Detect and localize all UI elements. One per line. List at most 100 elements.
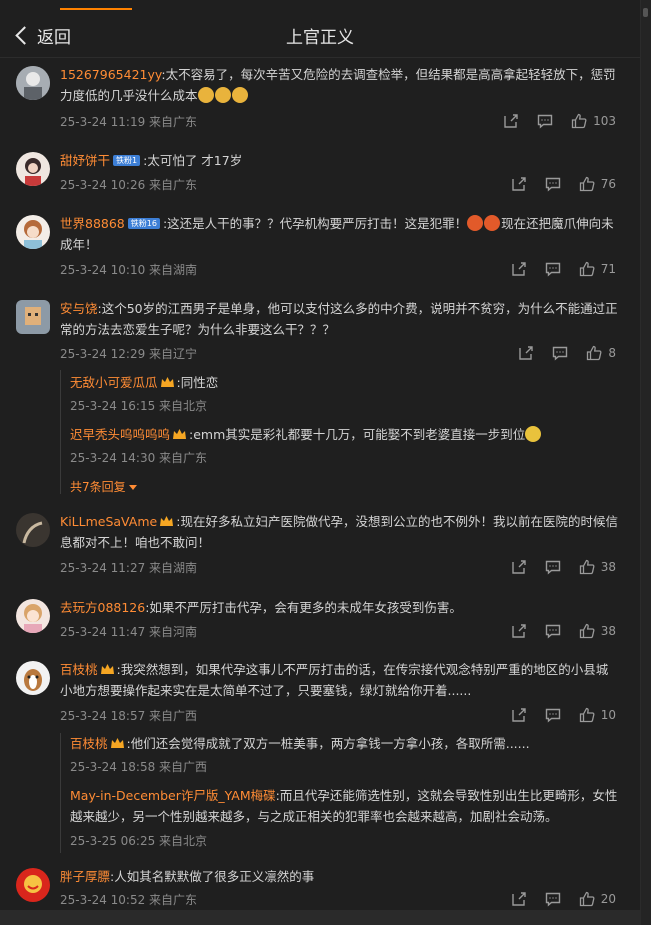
comment-username[interactable]: 去玩方088126 bbox=[60, 600, 145, 615]
comment-actions: 20 bbox=[511, 891, 616, 907]
angry-emoji-icon bbox=[484, 215, 501, 231]
avatar-image bbox=[16, 599, 50, 633]
thumbs-up-icon bbox=[571, 113, 587, 129]
avatar[interactable] bbox=[16, 513, 50, 547]
comment-icon[interactable] bbox=[545, 891, 561, 907]
caret-down-icon bbox=[128, 485, 137, 490]
reply-username[interactable]: 百枝桃 bbox=[70, 736, 108, 751]
like-button[interactable]: 20 bbox=[579, 891, 616, 907]
comment-meta: 25-3-24 12:29 来自辽宁 bbox=[60, 347, 198, 361]
like-button[interactable]: 38 bbox=[579, 623, 616, 639]
comment-username[interactable]: 百枝桃 bbox=[60, 662, 98, 677]
comment-username[interactable]: 15267965421yy bbox=[60, 67, 161, 82]
comment-text: 百枝桃:我突然想到，如果代孕这事儿不严厉打击的话，在传宗接代观念特别严重的地区的… bbox=[60, 659, 618, 701]
reply-username[interactable]: 迟早秃头呜呜呜呜 bbox=[70, 427, 170, 442]
comment-icon[interactable] bbox=[545, 261, 561, 277]
comment-icon[interactable] bbox=[545, 623, 561, 639]
comment-icon[interactable] bbox=[552, 345, 568, 361]
avatar[interactable] bbox=[16, 152, 50, 186]
comment-body: :太可怕了 才17岁 bbox=[143, 153, 243, 168]
share-icon[interactable] bbox=[518, 345, 534, 361]
comment-actions: 76 bbox=[511, 176, 616, 192]
like-button[interactable]: 10 bbox=[579, 707, 616, 723]
avatar[interactable] bbox=[16, 215, 50, 249]
crown-badge-icon bbox=[160, 516, 174, 526]
comment-actions: 71 bbox=[511, 261, 616, 277]
reply-body: :同性恋 bbox=[176, 375, 219, 390]
avatar[interactable] bbox=[16, 661, 50, 695]
crown-badge-icon bbox=[100, 664, 114, 674]
crying-emoji-icon bbox=[197, 87, 214, 103]
comment-actions: 103 bbox=[503, 113, 616, 129]
avatar-image bbox=[16, 513, 50, 547]
share-icon[interactable] bbox=[511, 891, 527, 907]
reply-text: 无敌小可爱瓜瓜 :同性恋 bbox=[70, 372, 618, 393]
comment-actions: 8 bbox=[518, 345, 616, 361]
share-icon[interactable] bbox=[511, 623, 527, 639]
comment-page: 返回 上官正义 15267965421yy:太不容易了，每次辛苦又危险的去调查检… bbox=[0, 0, 640, 925]
like-count: 76 bbox=[600, 177, 616, 191]
comment-username[interactable]: 安与饶 bbox=[60, 301, 98, 316]
avatar-image bbox=[16, 66, 50, 100]
comment-text: 去玩方088126:如果不严厉打击代孕，会有更多的未成年女孩受到伤害。 bbox=[60, 597, 618, 618]
like-button[interactable]: 76 bbox=[579, 176, 616, 192]
more-replies-link[interactable]: 共7条回复 bbox=[70, 478, 137, 495]
like-count: 8 bbox=[608, 346, 616, 360]
angry-emoji-icon bbox=[467, 215, 484, 231]
like-count: 38 bbox=[600, 624, 616, 638]
comment-meta: 25-3-24 11:47 来自河南 bbox=[60, 625, 198, 639]
like-button[interactable]: 38 bbox=[579, 559, 616, 575]
reply-meta: 25-3-25 06:25 来自北京 bbox=[70, 834, 208, 848]
reply-username[interactable]: 无敌小可爱瓜瓜 bbox=[70, 375, 158, 390]
thinking-emoji-icon bbox=[525, 426, 542, 442]
avatar[interactable] bbox=[16, 868, 50, 902]
comment-icon[interactable] bbox=[545, 176, 561, 192]
like-count: 71 bbox=[600, 262, 616, 276]
scrollbar-track[interactable] bbox=[640, 0, 651, 925]
comment-username[interactable]: KiLLmeSaVAme bbox=[60, 514, 157, 529]
comment-meta: 25-3-24 18:57 来自广西 bbox=[60, 709, 198, 723]
thumbs-up-icon bbox=[579, 261, 595, 277]
crying-emoji-icon bbox=[231, 87, 248, 103]
thumbs-up-icon bbox=[579, 623, 595, 639]
crying-emoji-icon bbox=[214, 87, 231, 103]
reply-body: :emm其实是彩礼都要十几万，可能娶不到老婆直接一步到位 bbox=[189, 427, 526, 442]
comment-username[interactable]: 胖子厚膘 bbox=[60, 869, 110, 884]
comment-icon[interactable] bbox=[537, 113, 553, 129]
avatar[interactable] bbox=[16, 66, 50, 100]
reply-text: 迟早秃头呜呜呜呜 :emm其实是彩礼都要十几万，可能娶不到老婆直接一步到位 bbox=[70, 424, 618, 445]
like-button[interactable]: 103 bbox=[571, 113, 616, 129]
avatar-image bbox=[16, 300, 50, 334]
comment-username[interactable]: 世界88868 bbox=[60, 216, 125, 231]
reply-meta: 25-3-24 18:58 来自广西 bbox=[70, 760, 208, 774]
share-icon[interactable] bbox=[511, 176, 527, 192]
comment-username[interactable]: 甜妤饼干 bbox=[60, 153, 110, 168]
crown-badge-icon bbox=[173, 429, 187, 439]
crown-badge-icon bbox=[160, 377, 174, 387]
comment-icon[interactable] bbox=[545, 707, 561, 723]
header-bar: 返回 上官正义 bbox=[0, 12, 640, 58]
page-title: 上官正义 bbox=[286, 28, 354, 48]
reply-meta: 25-3-24 16:15 来自北京 bbox=[70, 399, 208, 413]
reply-username[interactable]: May-in-December诈尸版_YAM梅碟 bbox=[70, 788, 276, 803]
comment-text: 胖子厚膘:人如其名默默做了很多正义凛然的事 bbox=[60, 866, 618, 887]
scrollbar-thumb[interactable] bbox=[643, 8, 648, 17]
comment-actions: 10 bbox=[511, 707, 616, 723]
share-icon[interactable] bbox=[511, 707, 527, 723]
share-icon[interactable] bbox=[511, 559, 527, 575]
comment-actions: 38 bbox=[511, 559, 616, 575]
share-icon[interactable] bbox=[511, 261, 527, 277]
share-icon[interactable] bbox=[503, 113, 519, 129]
thumbs-up-icon bbox=[579, 891, 595, 907]
reply-text: May-in-December诈尸版_YAM梅碟:而且代孕还能筛选性别，这就会导… bbox=[70, 785, 618, 827]
reply-body: :他们还会觉得成就了双方一桩美事，两方拿钱一方拿小孩，各取所需...... bbox=[126, 736, 530, 751]
avatar[interactable] bbox=[16, 599, 50, 633]
comment-icon[interactable] bbox=[545, 559, 561, 575]
comment-text: 甜妤饼干 铁粉1:太可怕了 才17岁 bbox=[60, 150, 618, 171]
like-button[interactable]: 8 bbox=[586, 345, 616, 361]
thumbs-up-icon bbox=[579, 707, 595, 723]
like-count: 10 bbox=[600, 708, 616, 722]
like-button[interactable]: 71 bbox=[579, 261, 616, 277]
active-tab-indicator bbox=[60, 8, 132, 10]
avatar[interactable] bbox=[16, 300, 50, 334]
